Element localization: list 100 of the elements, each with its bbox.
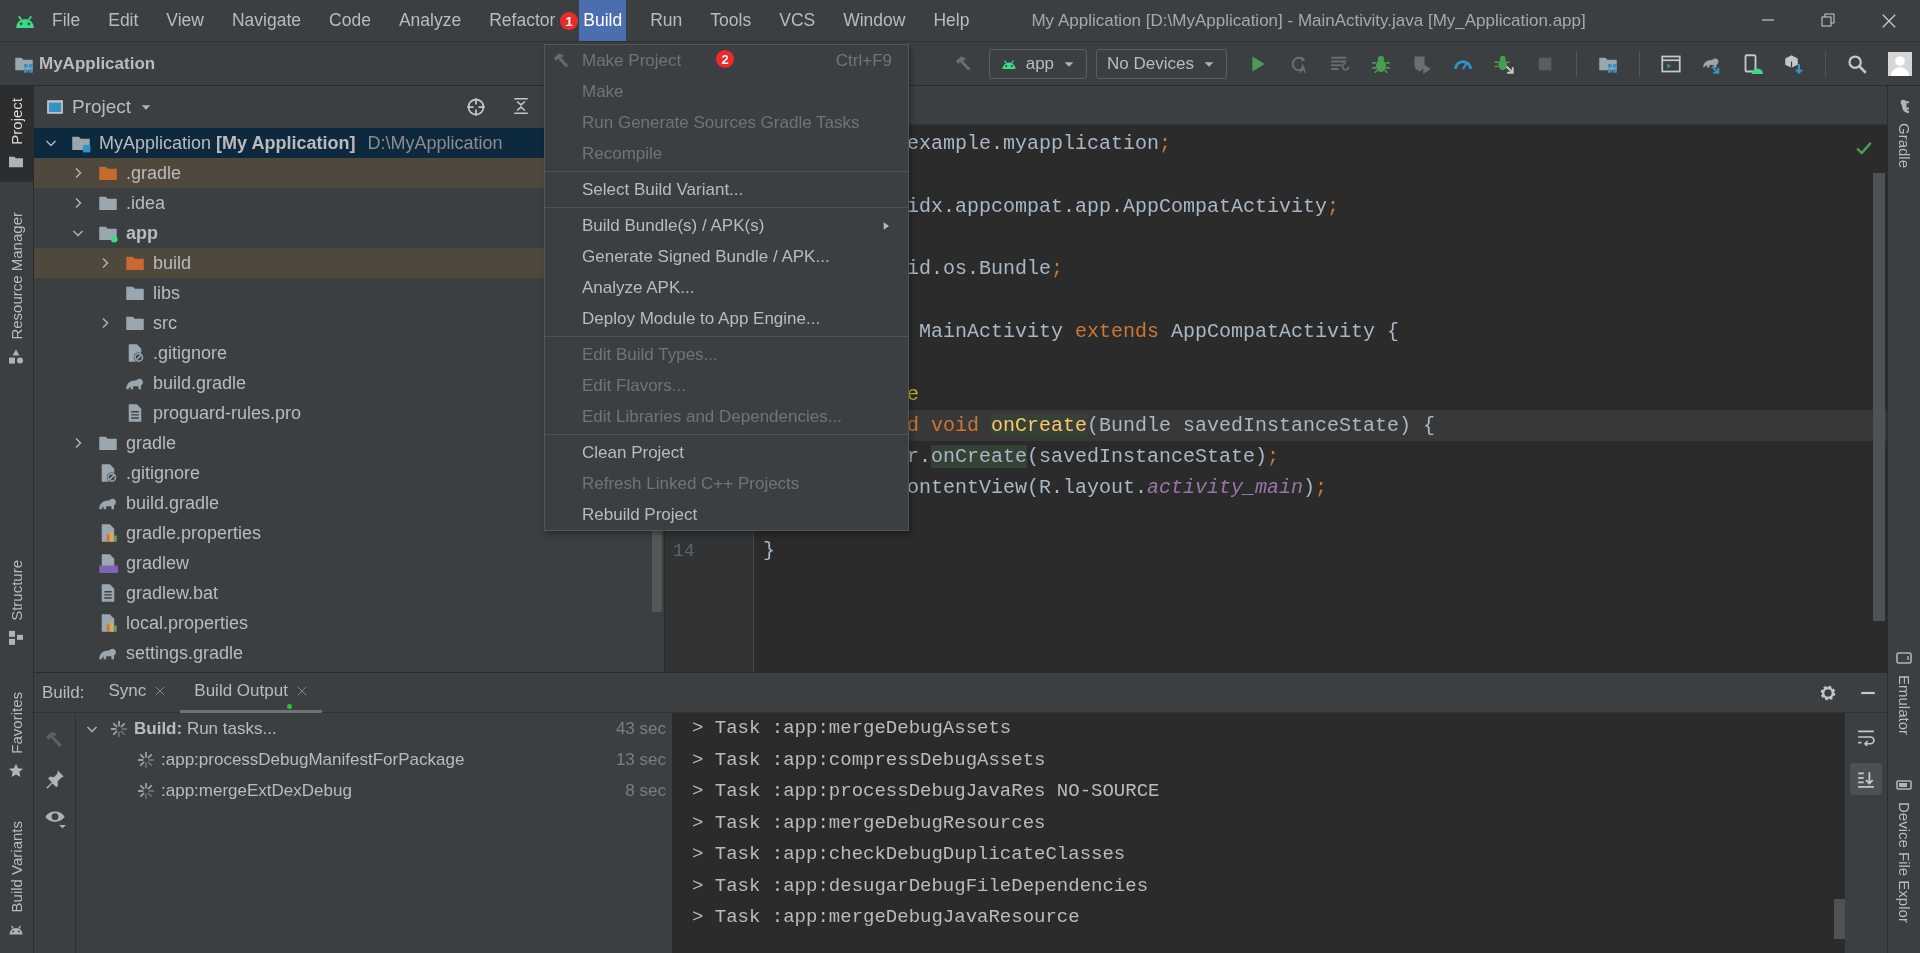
collapse-all-icon[interactable] [512,97,530,115]
duration-text: 43 sec [615,718,666,739]
gear-icon[interactable] [1819,683,1837,702]
tree-item-label: .idea [126,192,166,214]
tree-row[interactable]: local.properties [34,608,664,638]
panel-title: Build: [42,682,85,703]
code-line: } [763,539,775,562]
tree-row[interactable]: gradlew [34,548,664,578]
tree-item-label: gradlew.bat [126,582,219,604]
console-line: > Task :app:mergeDebugJavaResource [692,905,1080,930]
tool-window-tab[interactable]: Emulator [1888,638,1920,748]
duration-text: 13 sec [615,749,666,770]
tree-item-label: src [153,312,177,334]
tree-item-label: .gradle [126,162,182,184]
panel-icon [46,98,64,116]
menu-item[interactable]: Window [839,0,910,41]
tree-item-label: MyApplication [My Application] [99,132,356,154]
user-avatar[interactable] [1888,51,1912,76]
tool-window-tab[interactable]: Favorites [0,680,33,791]
tree-row[interactable]: gradlew.bat [34,578,664,608]
menu-item[interactable]: Rebuild Project [582,504,698,525]
scrollbar-thumb[interactable] [1834,899,1845,939]
tool-window-tab[interactable]: Resource Manager [0,199,33,377]
tab[interactable]: Build Output [180,673,322,713]
tree-item-label: .gitignore [126,462,201,484]
menu-item[interactable]: Edit [104,0,143,41]
shapes-icon [8,348,25,365]
file-icon [98,553,118,573]
device-icon [1896,650,1912,666]
phone-icon[interactable] [1743,53,1763,74]
menu-item[interactable]: Navigate [228,0,306,41]
tool-window-tab[interactable]: Structure [0,548,33,658]
task-label[interactable]: Build: Run tasks... [134,718,277,739]
menu-item[interactable]: File [48,0,85,41]
code-line: id.os.Bundle; [907,257,1064,281]
menu-item[interactable]: Help [929,0,974,41]
tool-window-tab[interactable]: Gradle [1888,86,1920,181]
code-line: idx.appcompat.app.AppCompatActivity; [907,194,1340,218]
menu-item[interactable]: View [162,0,208,41]
check-icon [1855,139,1873,157]
scroll-down-icon [1857,770,1875,788]
tree-item-label: app [126,222,158,244]
monitor-icon[interactable] [1661,53,1681,74]
configuration-dropdown[interactable]: app [988,48,1088,79]
spinner-icon [137,781,155,800]
toolbar-button[interactable] [1850,763,1882,795]
tree-item-label: settings.gradle [126,642,244,664]
tree-item-label: build.gradle [153,372,247,394]
pin-icon[interactable] [44,769,65,789]
tree-item-label: proguard-rules.pro [153,402,302,424]
code-line: MainActivity extends AppCompatActivity { [918,319,1400,343]
path-text: D:\MyApplication [367,132,503,154]
tree-row[interactable]: settings.gradle [34,638,664,668]
menu-item[interactable]: Deploy Module to App Engine... [582,308,821,329]
menu-item[interactable]: Refactor [485,0,560,41]
panel-title[interactable]: Project [72,96,132,118]
tree-item-label: gradle.properties [126,522,262,544]
console-line: > Task :app:checkDebugDuplicateClasses [692,842,1126,867]
close-icon[interactable] [154,685,167,697]
tree-item-label: build [153,252,192,274]
breadcrumb-item[interactable]: MyApplication [39,53,156,74]
menu-item[interactable]: Code [325,0,375,41]
menu-item[interactable]: Tools [706,0,756,41]
tab[interactable]: Sync [94,673,181,713]
spinner-icon [137,750,155,769]
close-icon[interactable] [295,685,308,697]
console-line: > Task :app:mergeDebugResources [692,810,1046,836]
tree-item-label: gradlew [126,552,190,574]
menu-item[interactable]: Analyze [394,0,466,41]
menu-item[interactable]: Build Bundle(s) / APK(s) [582,215,765,236]
menu-item[interactable]: VCS [775,0,820,41]
code-line: example.myapplication; [907,132,1172,156]
device-dropdown[interactable]: No Devices [1096,48,1227,79]
console-line: > Task :app:desugarDebugFileDependencies [692,873,1149,899]
tree-item-label: gradle [126,432,177,454]
task-label[interactable]: :app:processDebugManifestForPackage [161,749,465,770]
tree-item-label: local.properties [126,612,249,634]
duration-text: 8 sec [625,780,666,801]
tool-window-tab[interactable]: Device File Explor [1888,765,1920,935]
menu-item[interactable]: Run [646,0,687,41]
bug-arrow-icon[interactable] [1494,53,1514,74]
tool-window-tab[interactable]: Build Variants [0,808,33,950]
menu-item[interactable]: Clean Project [582,442,685,463]
tree-item-label: libs [153,282,180,304]
restore-icon[interactable] [1820,11,1836,28]
cube-arrow-icon[interactable] [1784,53,1804,74]
tree-item-label: .gitignore [153,342,228,364]
blocks-icon [8,630,25,646]
search-icon[interactable] [1847,53,1867,74]
tree-item-label: build.gradle [126,492,220,514]
tool-window-tab[interactable]: Project [0,86,33,182]
bug-icon[interactable] [1371,53,1391,74]
scrollbar-thumb[interactable] [1873,173,1885,621]
spinner-icon [110,719,128,738]
task-label[interactable]: :app:mergeExtDexDebug [161,780,352,801]
crosshair-icon[interactable] [466,97,486,117]
window-title: My Application [D:\MyApplication] - MainActivity.java [My_Application.app] [1031,10,1586,31]
menu-item[interactable]: Build [579,0,627,41]
wrap-icon [1857,728,1875,746]
menu-item[interactable]: Analyze APK... [582,277,695,298]
